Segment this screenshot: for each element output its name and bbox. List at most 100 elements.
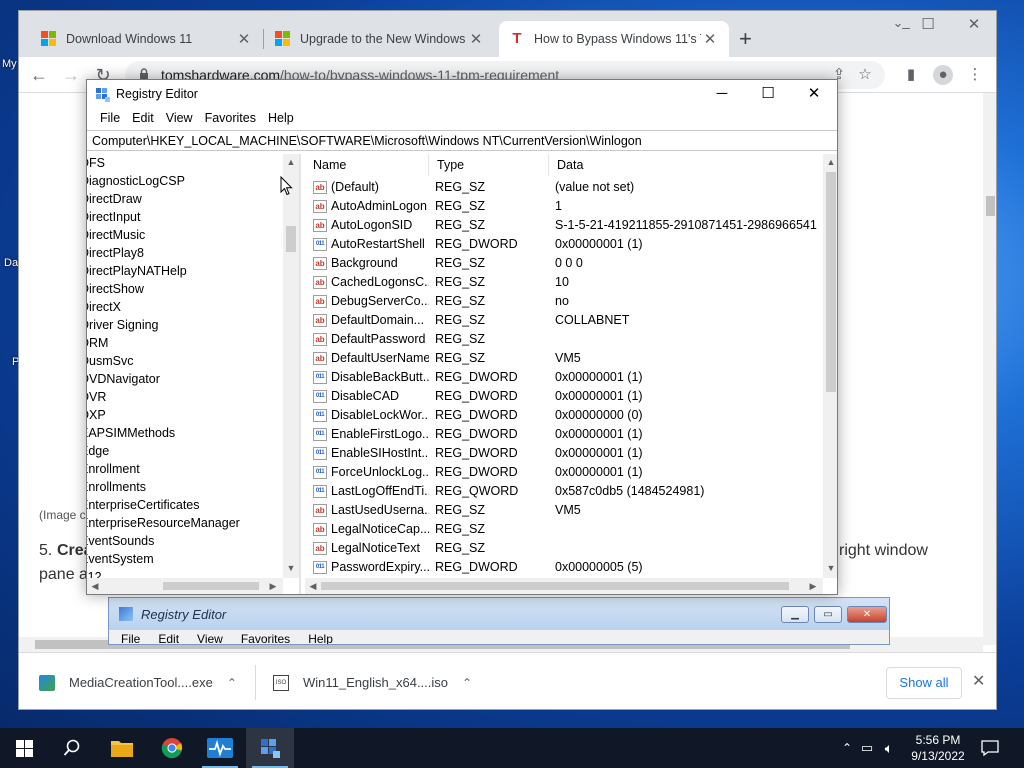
registry-value-row[interactable]: ab DefaultPassword REG_SZ — [305, 330, 825, 349]
registry-key-item[interactable]: DirectX — [87, 298, 121, 316]
volume-icon[interactable]: 🔈︎ — [878, 740, 900, 757]
menu-edit[interactable]: Edit — [158, 632, 179, 644]
close-download-bar-icon[interactable]: ✕ — [972, 671, 985, 691]
registry-key-item[interactable]: DiagnosticLogCSP — [87, 172, 185, 190]
maximize-icon[interactable]: ☐ — [745, 82, 791, 106]
back-arrow-icon[interactable]: ← — [27, 63, 51, 87]
download-item-mediacreationtool[interactable]: MediaCreationTool....exe ⌃ — [39, 653, 237, 709]
registry-key-item[interactable]: Driver Signing — [87, 316, 159, 334]
scroll-left-arrow-icon[interactable]: ◀ — [87, 578, 103, 594]
registry-key-item[interactable]: EventSounds — [87, 532, 154, 550]
minimize-icon[interactable]: ▁ — [781, 606, 809, 623]
registry-value-row[interactable]: 011 PasswordExpiry... REG_DWORD 0x00000005 … — [305, 558, 825, 577]
side-panel-icon[interactable]: ▮ — [901, 65, 921, 85]
search-button[interactable] — [48, 728, 96, 768]
registry-key-item[interactable]: Enrollment — [87, 460, 140, 478]
registry-value-row[interactable]: ab CachedLogonsC... REG_SZ 10 — [305, 273, 825, 292]
menu-edit[interactable]: Edit — [126, 108, 160, 130]
registry-value-row[interactable]: ab LegalNoticeText REG_SZ — [305, 539, 825, 558]
registry-key-item[interactable]: DRM — [87, 334, 108, 352]
registry-key-item[interactable]: DirectDraw — [87, 190, 142, 208]
registry-value-row[interactable]: 011 DisableBackButt... REG_DWORD 0x00000001… — [305, 368, 825, 387]
start-button[interactable] — [0, 728, 48, 768]
list-horizontal-scrollbar[interactable]: ◀ ▶ — [305, 578, 823, 594]
registry-value-row[interactable]: ab DebugServerCo... REG_SZ no — [305, 292, 825, 311]
registry-key-item[interactable]: EAPSIMMethods — [87, 424, 175, 442]
column-header-data[interactable]: Data — [549, 154, 823, 176]
scrollbar-thumb[interactable] — [826, 172, 836, 392]
registry-key-item[interactable]: DirectMusic — [87, 226, 145, 244]
registry-address-bar[interactable]: Computer\HKEY_LOCAL_MACHINE\SOFTWARE\Mic… — [87, 130, 837, 151]
close-icon[interactable]: ✕ — [791, 82, 837, 106]
scrollbar-thumb[interactable] — [321, 582, 789, 590]
scroll-down-arrow-icon[interactable]: ▼ — [283, 560, 299, 576]
chevron-up-icon[interactable]: ⌃ — [462, 676, 472, 690]
tab-upgrade-windows[interactable]: Upgrade to the New Windows 11 ✕ — [265, 21, 495, 57]
registry-key-item[interactable]: DVR — [87, 388, 106, 406]
desktop-icon-label[interactable]: Da — [4, 257, 18, 269]
close-tab-icon[interactable]: ✕ — [701, 30, 719, 48]
registry-value-row[interactable]: ab (Default) REG_SZ (value not set) — [305, 178, 825, 197]
minimize-icon[interactable]: ─ — [699, 82, 745, 106]
show-all-downloads-button[interactable]: Show all — [886, 667, 962, 699]
menu-file[interactable]: File — [121, 632, 140, 644]
desktop-icon-label[interactable]: My — [2, 58, 17, 70]
action-center-button[interactable] — [968, 728, 1012, 768]
scroll-right-arrow-icon[interactable]: ▶ — [805, 578, 821, 594]
scroll-up-arrow-icon[interactable]: ▲ — [283, 154, 299, 170]
registry-value-row[interactable]: 011 EnableSIHostInt... REG_DWORD 0x00000001… — [305, 444, 825, 463]
registry-key-item[interactable]: DirectInput — [87, 208, 140, 226]
column-header-type[interactable]: Type — [429, 154, 549, 176]
forward-arrow-icon[interactable]: → — [59, 63, 83, 87]
registry-value-row[interactable]: 011 LastLogOffEndTi... REG_QWORD 0x587c0db5… — [305, 482, 825, 501]
scrollbar-thumb[interactable] — [163, 582, 259, 590]
list-vertical-scrollbar[interactable]: ▲ ▼ — [823, 154, 837, 578]
registry-value-row[interactable]: ab AutoLogonSID REG_SZ S-1-5-21-419211855-2… — [305, 216, 825, 235]
registry-key-item[interactable]: Edge — [87, 442, 109, 460]
page-vertical-scrollbar[interactable] — [983, 93, 996, 645]
registry-value-row[interactable]: ab DefaultUserName REG_SZ VM5 — [305, 349, 825, 368]
registry-key-item[interactable]: DVDNavigator — [87, 370, 160, 388]
maximize-icon[interactable]: ☐ — [913, 15, 943, 33]
tab-download-windows[interactable]: Download Windows 11 ✕ — [31, 21, 263, 57]
registry-key-item[interactable]: DXP — [87, 406, 106, 424]
registry-key-item[interactable]: DusmSvc — [87, 352, 133, 370]
column-header-name[interactable]: Name — [305, 154, 429, 176]
registry-value-row[interactable]: ab LastUsedUserna... REG_SZ VM5 — [305, 501, 825, 520]
tree-horizontal-scrollbar[interactable]: ◀ ▶ — [87, 578, 283, 594]
scrollbar-thumb[interactable] — [286, 226, 296, 252]
menu-file[interactable]: File — [94, 108, 126, 130]
scrollbar-thumb[interactable] — [986, 196, 995, 216]
bookmark-star-icon[interactable]: ☆ — [855, 65, 875, 85]
registry-value-row[interactable]: ab Background REG_SZ 0 0 0 — [305, 254, 825, 273]
chrome-taskbar-button[interactable] — [148, 728, 196, 768]
background-registry-editor-window[interactable]: Registry Editor ▁ ▭ ✕ File Edit View Fav… — [108, 597, 890, 645]
registry-key-item[interactable]: Enrollments — [87, 478, 146, 496]
registry-value-row[interactable]: 011 AutoRestartShell REG_DWORD 0x00000001 (… — [305, 235, 825, 254]
close-tab-icon[interactable]: ✕ — [235, 30, 253, 48]
tree-vertical-scrollbar[interactable]: ▲ ▼ — [283, 154, 299, 578]
registry-key-item[interactable]: EnterpriseCertificates — [87, 496, 200, 514]
registry-key-item[interactable]: DFS — [87, 154, 105, 172]
menu-kebab-icon[interactable]: ⋮ — [965, 65, 985, 85]
registry-value-row[interactable]: ab LegalNoticeCap... REG_SZ — [305, 520, 825, 539]
registry-key-item[interactable]: EventSystem — [87, 550, 154, 568]
menu-help[interactable]: Help — [308, 632, 333, 644]
menu-view[interactable]: View — [197, 632, 223, 644]
menu-favorites[interactable]: Favorites — [241, 632, 290, 644]
network-icon[interactable]: ▭ — [856, 740, 878, 756]
download-item-win11-iso[interactable]: ISO Win11_English_x64....iso ⌃ — [273, 653, 472, 709]
file-explorer-taskbar-button[interactable] — [98, 728, 146, 768]
close-tab-icon[interactable]: ✕ — [467, 30, 485, 48]
maximize-icon[interactable]: ▭ — [814, 606, 842, 623]
registry-key-item[interactable]: DirectShow — [87, 280, 144, 298]
scroll-right-arrow-icon[interactable]: ▶ — [265, 578, 281, 594]
registry-value-row[interactable]: 011 DisableLockWor... REG_DWORD 0x00000000 … — [305, 406, 825, 425]
menu-favorites[interactable]: Favorites — [199, 108, 262, 130]
new-tab-icon[interactable]: + — [739, 26, 752, 52]
registry-value-row[interactable]: ab AutoAdminLogon REG_SZ 1 — [305, 197, 825, 216]
scroll-left-arrow-icon[interactable]: ◀ — [305, 578, 321, 594]
menu-help[interactable]: Help — [262, 108, 300, 130]
tab-bypass-tpm[interactable]: T How to Bypass Windows 11's TPM Require… — [499, 21, 729, 57]
registry-value-row[interactable]: 011 EnableFirstLogo... REG_DWORD 0x00000001… — [305, 425, 825, 444]
